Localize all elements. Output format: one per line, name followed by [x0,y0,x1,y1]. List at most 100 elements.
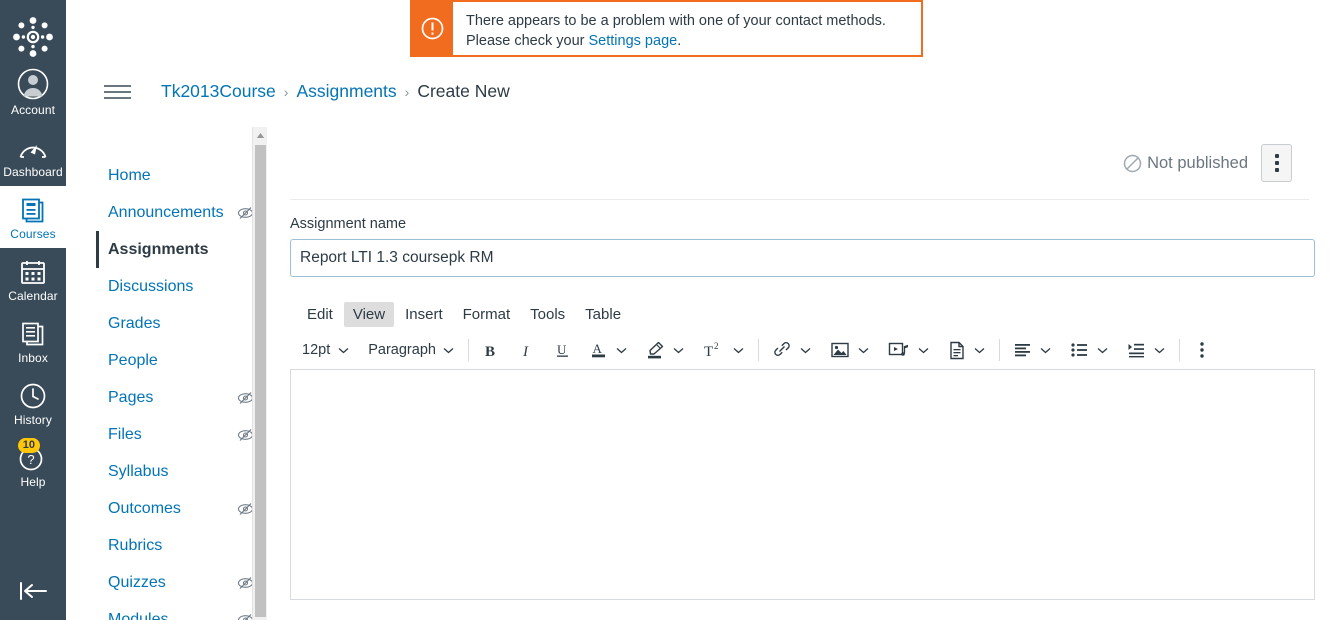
alert-message: There appears to be a problem with one o… [453,2,921,55]
breadcrumb-separator: › [283,83,289,100]
chevron-down-icon[interactable] [729,336,749,364]
course-nav-label: Pages [108,388,154,406]
bulleted-list-icon[interactable] [1066,336,1093,364]
global-nav-item-calendar[interactable]: Calendar [0,248,66,310]
kebab-dot [1274,168,1279,172]
text-color-button[interactable]: A [586,336,612,364]
highlight-color-button[interactable] [642,336,669,364]
global-nav-item-help[interactable]: ? 10 Help [0,434,66,496]
link-icon[interactable] [768,336,796,364]
chevron-down-icon[interactable] [1150,336,1170,364]
hamburger-menu-icon[interactable] [104,84,131,99]
svg-text:U: U [557,342,567,357]
menu-view[interactable]: View [343,301,395,327]
svg-text:B: B [485,344,495,359]
menu-format[interactable]: Format [454,302,520,327]
block-format-selector[interactable]: Paragraph [363,336,439,364]
scroll-up-arrow-icon[interactable] [253,127,268,143]
align-icon[interactable] [1009,336,1036,364]
course-nav-label: Announcements [108,203,224,221]
menu-table[interactable]: Table [576,302,630,327]
course-nav-label: Assignments [108,240,209,258]
kebab-menu-icon[interactable] [1261,144,1292,182]
breadcrumb-item-current: Create New [417,81,510,101]
indent-icon[interactable] [1123,336,1150,364]
menu-insert[interactable]: Insert [396,302,452,327]
course-nav-item-modules[interactable]: Modules [96,601,266,620]
course-nav-item-syllabus[interactable]: Syllabus [96,453,266,490]
italic-button[interactable]: I [514,336,540,364]
course-nav-item-people[interactable]: People [96,342,266,379]
global-nav-item-dashboard[interactable]: Dashboard [0,124,66,186]
kebab-dot [1274,154,1279,158]
document-icon[interactable] [944,336,970,364]
main-content: Not published Assignment name Edit View … [267,127,1332,620]
toolbar-separator [467,339,469,361]
underline-button[interactable]: U [550,336,576,364]
course-nav-label: People [108,351,158,369]
chevron-down-icon[interactable] [333,336,353,364]
global-nav-label: Help [20,475,46,489]
circle-slash-icon [1123,154,1142,173]
course-nav-item-rubrics[interactable]: Rubrics [96,527,266,564]
breadcrumb-item-assignments[interactable]: Assignments [296,81,396,102]
chevron-down-icon[interactable] [796,336,816,364]
toolbar-separator [757,339,759,361]
hamburger-line [104,90,131,93]
alert-text-after: . [677,33,682,49]
course-nav-label: Outcomes [108,499,181,517]
menu-edit[interactable]: Edit [298,302,342,327]
svg-text:A: A [593,341,603,356]
course-nav-item-quizzes[interactable]: Quizzes [96,564,266,601]
svg-text:?: ? [27,452,34,467]
chevron-down-icon[interactable] [439,336,459,364]
course-nav-label: Modules [108,610,169,620]
editor-body[interactable] [290,370,1315,600]
chevron-down-icon[interactable] [970,336,990,364]
font-size-selector[interactable]: 12pt [297,336,333,364]
settings-page-link[interactable]: Settings page [589,33,678,49]
scrollbar-thumb[interactable] [255,145,266,617]
course-nav-label: Discussions [108,277,194,295]
global-nav-label: History [13,413,53,427]
breadcrumb-item-course[interactable]: Tk2013Course [161,81,276,102]
course-nav-item-assignments[interactable]: Assignments [96,231,266,268]
course-nav-scrollbar[interactable] [252,127,268,620]
chevron-down-icon[interactable] [914,336,934,364]
dashboard-gauge-icon [18,132,48,162]
course-nav-label: Quizzes [108,573,166,591]
more-options-kebab-icon[interactable] [1189,336,1215,364]
course-nav-item-announcements[interactable]: Announcements [96,194,266,231]
global-nav-label: Dashboard [3,165,63,179]
media-icon[interactable] [884,336,914,364]
course-nav-item-files[interactable]: Files [96,416,266,453]
course-nav-item-pages[interactable]: Pages [96,379,266,416]
collapse-nav-arrow-icon[interactable] [0,566,66,620]
image-icon[interactable] [826,336,854,364]
menu-tools[interactable]: Tools [521,302,574,327]
chevron-down-icon[interactable] [612,336,632,364]
chevron-down-icon[interactable] [669,336,689,364]
assignment-name-input[interactable] [290,239,1315,277]
global-nav-item-inbox[interactable]: Inbox [0,310,66,372]
global-nav-item-history[interactable]: History [0,372,66,434]
course-nav-item-discussions[interactable]: Discussions [96,268,266,305]
global-nav-label: Calendar [8,289,58,303]
chevron-down-icon[interactable] [1093,336,1113,364]
global-nav-label: Inbox [18,351,48,365]
global-nav-item-account[interactable]: Account [0,62,66,124]
course-nav-item-grades[interactable]: Grades [96,305,266,342]
hamburger-line [104,96,131,99]
canvas-logo[interactable] [8,12,58,62]
course-nav-label: Rubrics [108,536,163,554]
chevron-down-icon[interactable] [854,336,874,364]
editor-toolbar: 12pt Paragraph B I U A T 2 [290,331,1315,369]
bold-button[interactable]: B [478,336,504,364]
global-nav-item-courses[interactable]: Courses [0,186,66,248]
superscript-subscript-button[interactable]: T2 [699,336,729,364]
course-nav-item-home[interactable]: Home [96,157,266,194]
chevron-down-icon[interactable] [1036,336,1056,364]
svg-text:I: I [522,344,529,359]
publish-status-label: Not published [1147,153,1248,172]
course-nav-item-outcomes[interactable]: Outcomes [96,490,266,527]
